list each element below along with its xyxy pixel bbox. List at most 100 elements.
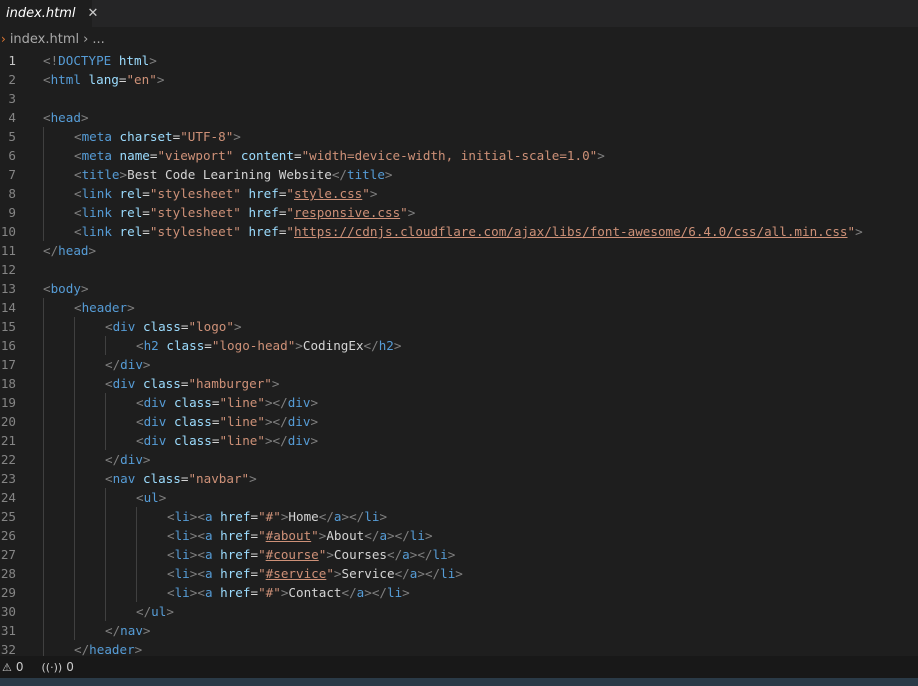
code-token: nav	[112, 471, 136, 486]
code-token: <	[74, 148, 82, 163]
code-token: li	[174, 528, 190, 543]
code-token: h2	[378, 338, 394, 353]
code-line[interactable]: 3	[0, 89, 918, 108]
code-line[interactable]: 28 <li><a href="#service">Service</a></li…	[0, 564, 918, 583]
code-line[interactable]: 30 </ul>	[0, 602, 918, 621]
code-line[interactable]: 22 </div>	[0, 450, 918, 469]
code-line[interactable]: 27 <li><a href="#course">Courses</a></li>	[0, 545, 918, 564]
code-token: class	[173, 414, 212, 429]
line-number: 28	[0, 566, 16, 581]
code-token: "en"	[126, 72, 157, 87]
code-token: </	[341, 585, 357, 600]
code-content: <li><a href="#">Home</a></li>	[167, 507, 387, 526]
tab-index-html[interactable]: index.html ✕	[0, 0, 98, 27]
line-number: 32	[0, 642, 16, 656]
code-line[interactable]: 8 <link rel="stylesheet" href="style.css"…	[0, 184, 918, 203]
broadcast-icon: ((·))	[41, 660, 63, 674]
line-number: 24	[0, 490, 16, 505]
code-line[interactable]: 21 <div class="line"></div>	[0, 431, 918, 450]
code-token: <	[136, 338, 144, 353]
code-line[interactable]: 26 <li><a href="#about">About</a></li>	[0, 526, 918, 545]
code-token: a	[333, 509, 342, 524]
code-token: href	[248, 186, 279, 201]
code-token: "viewport"	[157, 148, 234, 163]
breadcrumb-symbols[interactable]: ...	[92, 32, 104, 47]
code-line[interactable]: 14 <header>	[0, 298, 918, 317]
code-line[interactable]: 19 <div class="line"></div>	[0, 393, 918, 412]
line-number: 23	[0, 471, 16, 486]
code-token: lang	[88, 72, 119, 87]
code-line[interactable]: 31 </nav>	[0, 621, 918, 640]
code-line[interactable]: 4 <head>	[0, 108, 918, 127]
code-line[interactable]: 25 <li><a href="#">Home</a></li>	[0, 507, 918, 526]
code-line[interactable]: 11 </head>	[0, 241, 918, 260]
code-token: "line"	[219, 414, 265, 429]
code-token: li	[432, 547, 448, 562]
line-number: 8	[8, 186, 16, 201]
breadcrumb-file[interactable]: index.html	[10, 32, 79, 47]
code-line[interactable]: 6 <meta name="viewport" content="width=de…	[0, 146, 918, 165]
code-token: Courses	[333, 547, 387, 562]
code-line[interactable]: 10 <link rel="stylesheet" href="https://c…	[0, 222, 918, 241]
code-line[interactable]: 18 <div class="hamburger">	[0, 374, 918, 393]
code-line[interactable]: 1 <!DOCTYPE html>	[0, 51, 918, 70]
code-token: Home	[288, 509, 319, 524]
code-line[interactable]: 32 </header>	[0, 640, 918, 656]
code-token: =	[204, 338, 212, 353]
code-token: </	[394, 566, 410, 581]
code-line[interactable]: 17 </div>	[0, 355, 918, 374]
code-line[interactable]: 24 <ul>	[0, 488, 918, 507]
code-token: a	[379, 528, 388, 543]
code-token: >	[369, 186, 378, 201]
line-number: 15	[0, 319, 16, 334]
code-token: div	[287, 414, 311, 429]
code-token: "UTF-8"	[180, 129, 234, 144]
close-icon[interactable]: ✕	[88, 6, 99, 21]
code-token: >	[455, 566, 463, 581]
code-token: #service	[265, 566, 327, 581]
code-line[interactable]: 7 <title>Best Code Learining Website</tit…	[0, 165, 918, 184]
code-line[interactable]: 29 <li><a href="#">Contact</a></li>	[0, 583, 918, 602]
code-line[interactable]: 23 <nav class="navbar">	[0, 469, 918, 488]
code-token: a	[204, 547, 213, 562]
code-token: >	[127, 300, 135, 315]
code-token: meta	[81, 148, 112, 163]
code-line[interactable]: 2 <html lang="en">	[0, 70, 918, 89]
problems-indicator[interactable]: ⚠ 0	[2, 660, 24, 674]
code-line[interactable]: 13 <body>	[0, 279, 918, 298]
code-line[interactable]: 16 <h2 class="logo-head">CodingEx</h2>	[0, 336, 918, 355]
code-token: "width=device-width, initial-scale=1.0"	[301, 148, 598, 163]
code-token: =	[142, 205, 150, 220]
code-line[interactable]: 5 <meta charset="UTF-8">	[0, 127, 918, 146]
code-token: </	[363, 338, 379, 353]
line-number: 2	[8, 72, 16, 87]
code-token: div	[120, 452, 143, 467]
code-line[interactable]: 12	[0, 260, 918, 279]
line-number: 17	[0, 357, 16, 372]
code-line[interactable]: 20 <div class="line"></div>	[0, 412, 918, 431]
line-number: 26	[0, 528, 16, 543]
code-line[interactable]: 15 <div class="logo">	[0, 317, 918, 336]
code-token: =	[250, 528, 259, 543]
code-token: li	[174, 585, 190, 600]
code-token: >	[407, 205, 416, 220]
code-token: "line"	[219, 395, 265, 410]
code-token: ><	[189, 528, 205, 543]
code-token: "hamburger"	[188, 376, 272, 391]
code-token: "logo-head"	[211, 338, 296, 353]
code-token: <	[74, 300, 82, 315]
code-token: </	[43, 243, 59, 258]
code-token: <	[136, 433, 144, 448]
line-number: 20	[0, 414, 16, 429]
ports-indicator[interactable]: ((·)) 0	[42, 660, 74, 674]
code-token: "	[258, 566, 266, 581]
code-editor[interactable]: 1 <!DOCTYPE html> 2 <html lang="en"> 3 4 <head…	[0, 51, 918, 656]
code-line[interactable]: 9 <link rel="stylesheet" href="responsive…	[0, 203, 918, 222]
